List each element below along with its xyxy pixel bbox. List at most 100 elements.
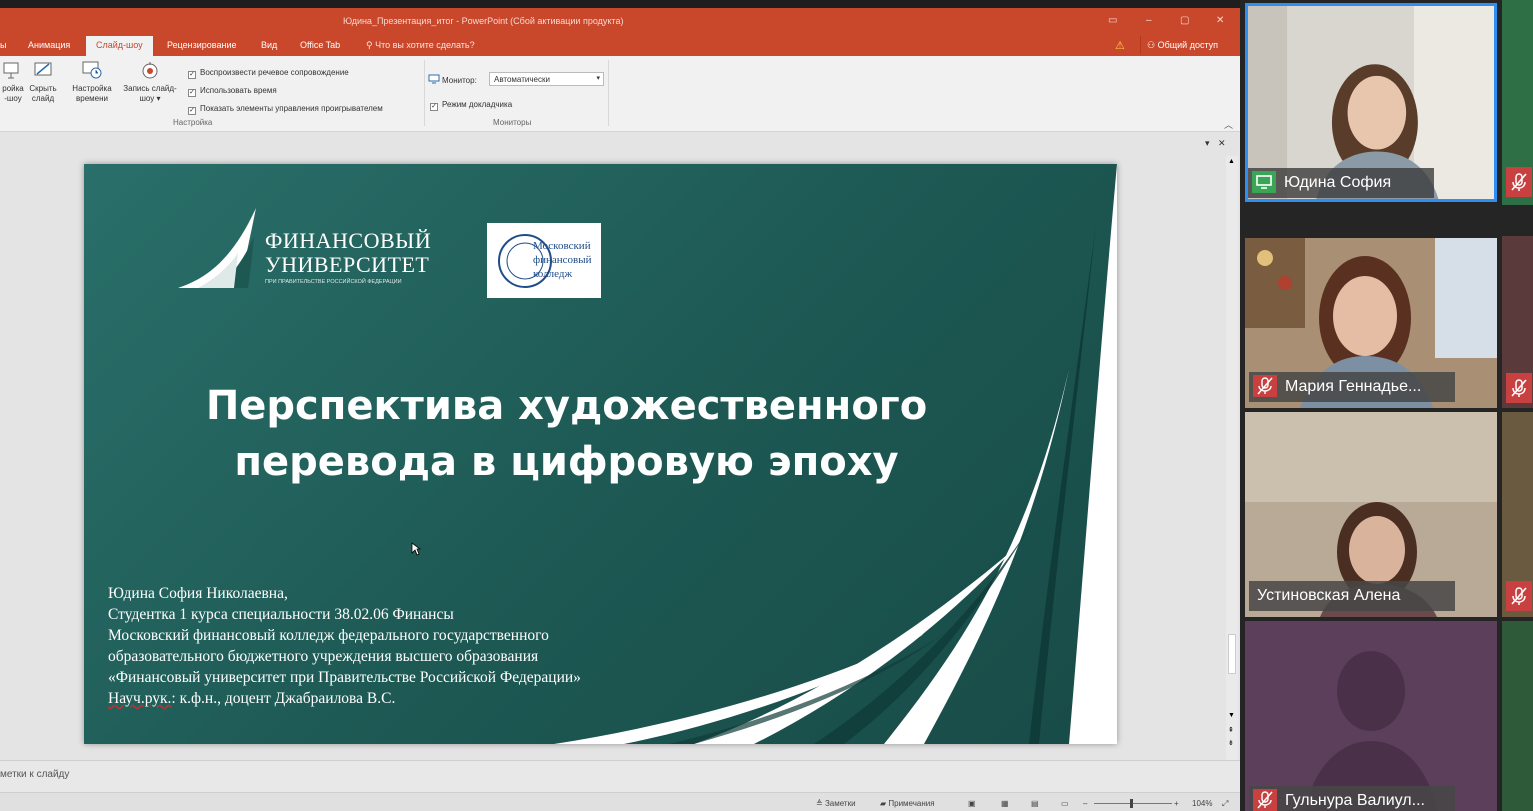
participant-tile[interactable]: Мария Геннадье...: [1245, 238, 1497, 408]
checkmark-icon: ✓: [188, 71, 196, 79]
person-icon: ⚇: [1147, 40, 1158, 50]
university-name-line2: УНИВЕРСИТЕТ: [265, 252, 430, 277]
participant-name-bar: Гульнура Валиул...: [1249, 786, 1455, 811]
hide-slide-icon: [34, 62, 52, 76]
participants-panel: Юдина София Мария Геннадье... Устиновска…: [1240, 0, 1533, 811]
vertical-scrollbar[interactable]: ▲ ▼ ⇞ ⇟: [1226, 156, 1238, 760]
comments-toggle-button[interactable]: ▰ Примечания: [880, 799, 935, 808]
notes-toggle-button[interactable]: ≜ Заметки: [816, 799, 856, 808]
rehearse-timings-button[interactable]: Настройка времени: [66, 60, 118, 104]
chevron-down-icon: ▾: [596, 75, 600, 82]
setup-slideshow-icon: [3, 62, 19, 79]
university-name-line1: ФИНАНСОВЫЙ: [265, 228, 432, 253]
scroll-up-icon[interactable]: ▲: [1228, 158, 1235, 165]
setup-slideshow-button[interactable]: ройка -шоу: [0, 60, 26, 104]
slide-editor-area: ▾ ✕ ФИНАНСОВЫЙ УНИВЕРСИТЕТ ПРИ ПРАВИТЕЛЬ…: [0, 132, 1240, 760]
window-title: Юдина_Презентация_итог - PowerPoint (Сбо…: [343, 16, 624, 26]
muted-mic-icon: [1253, 789, 1277, 811]
next-slide-icon[interactable]: ⇟: [1228, 739, 1234, 747]
university-subtitle: ПРИ ПРАВИТЕЛЬСТВЕ РОССИЙСКОЙ ФЕДЕРАЦИИ: [265, 279, 402, 285]
monitor-icon: [428, 74, 440, 84]
checkmark-icon: ✓: [188, 89, 196, 97]
record-slideshow-icon: [142, 62, 158, 79]
muted-mic-icon: [1506, 167, 1532, 197]
participant-name-bar: Юдина София: [1248, 168, 1434, 198]
participant-name-bar: Мария Геннадье...: [1249, 372, 1455, 402]
tab-animation[interactable]: Анимация: [28, 40, 70, 50]
participant-tile[interactable]: Устиновская Алена: [1245, 412, 1497, 617]
zoom-in-icon[interactable]: +: [1174, 799, 1179, 808]
screen-share-icon: [1252, 171, 1276, 193]
group-divider: [608, 60, 609, 126]
svg-text:Московский: Московский: [533, 240, 591, 252]
avatar-placeholder-icon: [1245, 621, 1497, 811]
screen: Юдина_Презентация_итог - PowerPoint (Сбо…: [0, 0, 1533, 811]
svg-text:колледж: колледж: [533, 268, 572, 280]
muted-mic-icon: [1506, 373, 1532, 403]
notes-pane[interactable]: метки к слайду: [0, 760, 1240, 792]
zoom-level[interactable]: 104%: [1192, 799, 1212, 808]
normal-view-icon[interactable]: ▣: [968, 799, 976, 808]
powerpoint-window: Юдина_Презентация_итог - PowerPoint (Сбо…: [0, 8, 1240, 811]
reading-view-icon[interactable]: ▤: [1031, 799, 1039, 808]
notes-icon: ≜: [816, 799, 825, 808]
close-icon[interactable]: ✕: [1216, 15, 1224, 26]
checkmark-icon: ✓: [430, 103, 438, 111]
warning-icon[interactable]: ⚠: [1115, 39, 1125, 52]
hide-slide-button[interactable]: Скрыть слайд: [28, 60, 58, 104]
checkbox-play-narrations[interactable]: ✓ Воспроизвести речевое сопровождение: [188, 68, 349, 79]
slideshow-view-icon[interactable]: ▭: [1061, 799, 1069, 808]
scroll-down-icon[interactable]: ▼: [1228, 712, 1235, 719]
checkbox-presenter-view[interactable]: ✓ Режим докладчика: [430, 100, 512, 111]
scrollbar-thumb[interactable]: [1228, 634, 1236, 674]
lightbulb-icon: ⚲: [366, 40, 376, 50]
group-label-monitors: Мониторы: [493, 118, 532, 127]
group-divider: [424, 60, 425, 126]
group-label-setup: Настройка: [173, 118, 213, 127]
share-button[interactable]: ⚇ Общий доступ: [1140, 36, 1224, 54]
muted-mic-icon: [1253, 375, 1277, 397]
checkbox-use-timings[interactable]: ✓ Использовать время: [188, 86, 277, 97]
participant-name-bar: Устиновская Алена: [1249, 581, 1455, 611]
record-slideshow-button[interactable]: Запись слайд- шоу ▾: [118, 60, 182, 104]
ribbon-display-icon[interactable]: ▭: [1108, 15, 1117, 26]
tell-me-search[interactable]: ⚲ Что вы хотите сделать?: [366, 40, 475, 51]
slide-sorter-icon[interactable]: ▦: [1001, 799, 1009, 808]
pane-controls: ▾ ✕: [1205, 138, 1226, 149]
participant-tile[interactable]: Гульнура Валиул...: [1245, 621, 1497, 811]
slide-title: Перспектива художественного перевода в ц…: [205, 383, 928, 485]
maximize-icon[interactable]: ▢: [1180, 15, 1189, 26]
ribbon: ройка -шоу Скрыть слайд Настройка времен…: [0, 56, 1240, 132]
slide-author-info: Юдина София Николаевна, Студентка 1 курс…: [108, 585, 581, 707]
checkbox-show-media-controls[interactable]: ✓ Показать элементы управления проигрыват…: [188, 104, 383, 115]
monitor-label: Монитор:: [442, 76, 477, 85]
tab-transitions-partial[interactable]: ы: [0, 40, 6, 50]
slide-canvas[interactable]: ФИНАНСОВЫЙ УНИВЕРСИТЕТ ПРИ ПРАВИТЕЛЬСТВЕ…: [84, 164, 1117, 744]
pane-options-icon[interactable]: ▾: [1205, 138, 1210, 148]
participant-tile[interactable]: Юдина София: [1245, 3, 1497, 202]
supervisor-line: Науч.рук.: к.ф.н., доцент Джабраилова В.…: [108, 690, 396, 707]
tab-view[interactable]: Вид: [261, 40, 277, 50]
college-emblem-icon: Московский финансовый колледж: [498, 234, 592, 288]
minimize-icon[interactable]: –: [1146, 15, 1152, 26]
title-bar: Юдина_Презентация_итог - PowerPoint (Сбо…: [0, 8, 1240, 34]
tab-office-tab[interactable]: Office Tab: [300, 40, 340, 50]
monitor-select[interactable]: Автоматически ▾: [489, 72, 604, 86]
svg-text:финансовый: финансовый: [533, 254, 592, 266]
ribbon-tabs: ы Анимация Слайд-шоу Рецензирование Вид …: [0, 34, 1240, 56]
muted-mic-icon: [1506, 581, 1532, 611]
fit-to-window-icon[interactable]: ⤢: [1222, 799, 1228, 809]
previous-slide-icon[interactable]: ⇞: [1228, 726, 1234, 734]
zoom-out-icon[interactable]: –: [1083, 799, 1087, 808]
tab-slideshow[interactable]: Слайд-шоу: [86, 36, 153, 56]
rehearse-timings-icon: [82, 61, 102, 79]
mouse-cursor-icon: [411, 542, 421, 556]
college-logo: Московский финансовый колледж: [487, 223, 601, 298]
zoom-slider[interactable]: [1094, 803, 1172, 804]
zoom-slider-thumb[interactable]: [1130, 799, 1133, 808]
checkmark-icon: ✓: [188, 107, 196, 115]
close-pane-icon[interactable]: ✕: [1218, 138, 1226, 148]
status-bar: ≜ Заметки ▰ Примечания ▣ ▦ ▤ ▭ – + 104% …: [0, 792, 1240, 811]
tab-review[interactable]: Рецензирование: [167, 40, 237, 50]
collapse-ribbon-icon[interactable]: ︿: [1224, 118, 1233, 131]
